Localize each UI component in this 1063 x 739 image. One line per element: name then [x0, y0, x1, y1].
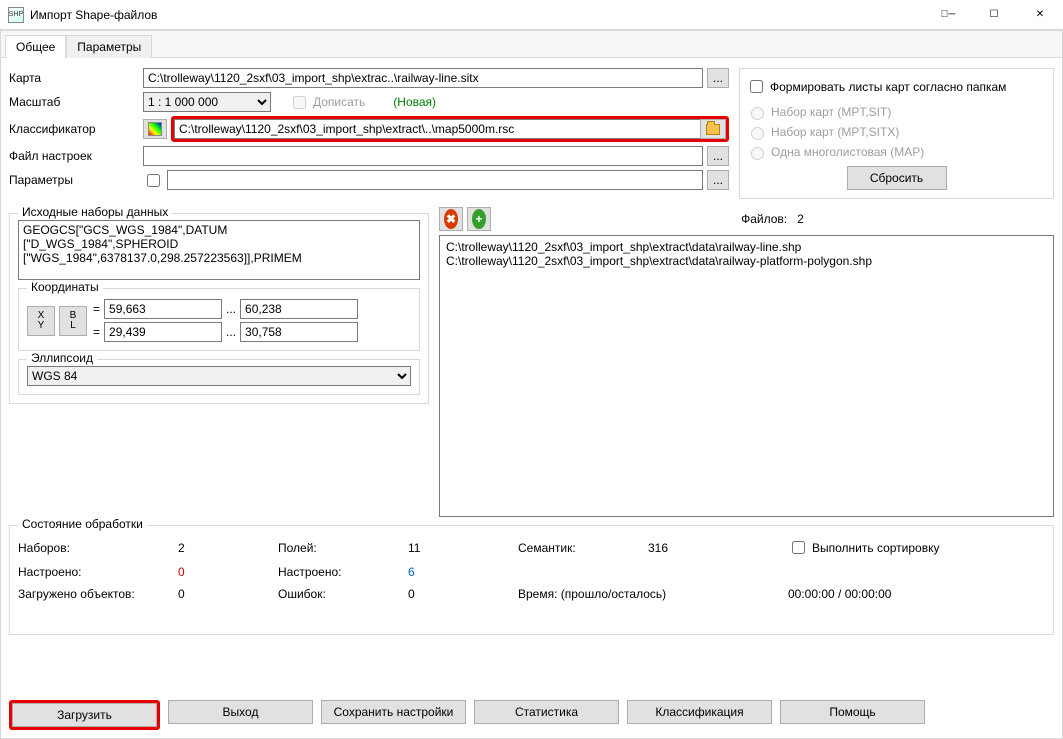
map-label: Карта — [9, 71, 139, 85]
new-indicator: (Новая) — [393, 95, 436, 109]
source-datasets-fieldset: Исходные наборы данных GEOGCS["GCS_WGS_1… — [9, 213, 429, 404]
titlebar: SHP Импорт Shape-файлов ─ ☐ ✕ — [0, 0, 1063, 30]
configured-label: Настроено: — [18, 565, 178, 579]
exit-button[interactable]: Выход — [168, 700, 313, 724]
sort-label: Выполнить сортировку — [812, 541, 939, 555]
file-remove-button[interactable]: ✖ — [439, 207, 463, 231]
delete-icon: ✖ — [444, 209, 458, 229]
single-multisheet-label: Одна многолистовая (MAP) — [771, 145, 924, 159]
map-set-sitx-label: Набор карт (MPT,SITX) — [771, 125, 899, 139]
parameters-label: Параметры — [9, 173, 139, 187]
map-set-sit-radio — [751, 107, 764, 120]
semantics-label: Семантик: — [518, 541, 648, 555]
sets-value: 2 — [178, 541, 278, 555]
tab-parameters[interactable]: Параметры — [66, 35, 152, 58]
append-label: Дописать — [313, 95, 365, 109]
map-path-input[interactable] — [143, 68, 703, 88]
scale-label: Масштаб — [9, 95, 139, 109]
processing-status-title: Состояние обработки — [18, 517, 147, 531]
coords-title: Координаты — [27, 280, 103, 294]
fields-label: Полей: — [278, 541, 408, 555]
classifier-browse-button[interactable] — [700, 119, 726, 139]
files-count-value: 2 — [797, 212, 804, 226]
folder-open-icon — [706, 124, 720, 135]
semantics-value: 316 — [648, 541, 788, 555]
right-options-panel: Формировать листы карт согласно папкам Н… — [739, 68, 1054, 199]
window-maximize-button[interactable]: ☐ — [971, 0, 1017, 30]
statistics-button[interactable]: Статистика — [474, 700, 619, 724]
coord-x1-input[interactable] — [104, 299, 222, 319]
classifier-label: Классификатор — [9, 122, 139, 136]
window-minimize-button[interactable]: ─ — [925, 0, 971, 30]
loaded-value: 0 — [178, 587, 278, 601]
append-checkbox — [293, 96, 306, 109]
tabs: Общее Параметры — [1, 31, 1062, 58]
tab-parameters-label: Параметры — [77, 40, 141, 54]
app-icon: SHP — [8, 7, 24, 23]
tab-general[interactable]: Общее — [5, 35, 66, 58]
settings-file-input[interactable] — [143, 146, 703, 166]
errors-label: Ошибок: — [278, 587, 408, 601]
single-multisheet-radio — [751, 147, 764, 160]
bl-toggle[interactable]: B L — [59, 306, 87, 336]
classification-button[interactable]: Классификация — [627, 700, 772, 724]
tab-general-label: Общее — [16, 40, 55, 54]
coord-x2-input[interactable] — [240, 299, 358, 319]
sets-label: Наборов: — [18, 541, 178, 555]
parameters-browse-button[interactable]: ... — [707, 170, 729, 190]
projection-text[interactable]: GEOGCS["GCS_WGS_1984",DATUM ["D_WGS_1984… — [18, 220, 420, 280]
coord-y2-input[interactable] — [240, 322, 358, 342]
xy-toggle[interactable]: X Y — [27, 306, 55, 336]
plus-icon: + — [472, 209, 486, 229]
reset-button[interactable]: Сбросить — [847, 166, 947, 190]
fields-value: 11 — [408, 541, 518, 555]
configured2-label: Настроено: — [278, 565, 408, 579]
bottom-toolbar: Загрузить Выход Сохранить настройки Стат… — [1, 692, 1062, 738]
settings-file-browse-button[interactable]: ... — [707, 146, 729, 166]
classifier-color-button[interactable] — [143, 119, 167, 139]
parameters-input[interactable] — [167, 170, 703, 190]
ellipsoid-fieldset: Эллипсоид WGS 84 — [18, 359, 420, 395]
time-label: Время: (прошло/осталось) — [518, 587, 788, 601]
map-set-sitx-radio — [751, 127, 764, 140]
scale-combo[interactable]: 1 : 1 000 000 — [143, 92, 271, 112]
loaded-label: Загружено объектов: — [18, 587, 178, 601]
ellipsoid-combo[interactable]: WGS 84 — [27, 366, 411, 386]
parameters-checkbox[interactable] — [147, 174, 160, 187]
map-browse-button[interactable]: ... — [707, 68, 729, 88]
files-list[interactable]: C:\trolleway\1120_2sxf\03_import_shp\ext… — [439, 235, 1054, 517]
sort-checkbox[interactable] — [792, 541, 805, 554]
ellipsoid-title: Эллипсоид — [27, 351, 97, 365]
palette-icon — [148, 122, 162, 136]
configured2-value: 6 — [408, 565, 518, 579]
classifier-path-input[interactable] — [174, 119, 700, 139]
eq-top: = — [93, 302, 100, 316]
eq-bot: = — [93, 325, 100, 339]
source-datasets-title: Исходные наборы данных — [18, 205, 172, 219]
coords-fieldset: Координаты X Y B L — [18, 288, 420, 351]
form-sheets-label: Формировать листы карт согласно папкам — [770, 80, 1006, 94]
coord-y1-input[interactable] — [104, 322, 222, 342]
window-title: Импорт Shape-файлов — [30, 8, 157, 22]
map-set-sit-label: Набор карт (MPT,SIT) — [771, 105, 891, 119]
window-close-button[interactable]: ✕ — [1017, 0, 1063, 30]
errors-value: 0 — [408, 587, 518, 601]
save-settings-button[interactable]: Сохранить настройки — [321, 700, 466, 724]
form-sheets-checkbox[interactable] — [750, 80, 763, 93]
load-button[interactable]: Загрузить — [12, 703, 157, 727]
dots-bot: ... — [226, 325, 236, 339]
file-add-button[interactable]: + — [467, 207, 491, 231]
files-count-label: Файлов: — [741, 212, 787, 226]
dots-top: ... — [226, 302, 236, 316]
configured-value: 0 — [178, 565, 278, 579]
processing-status-fieldset: Состояние обработки Наборов: 2 Полей: 11… — [9, 525, 1054, 635]
time-value: 00:00:00 / 00:00:00 — [788, 587, 1045, 601]
help-button[interactable]: Помощь — [780, 700, 925, 724]
settings-file-label: Файл настроек — [9, 149, 139, 163]
